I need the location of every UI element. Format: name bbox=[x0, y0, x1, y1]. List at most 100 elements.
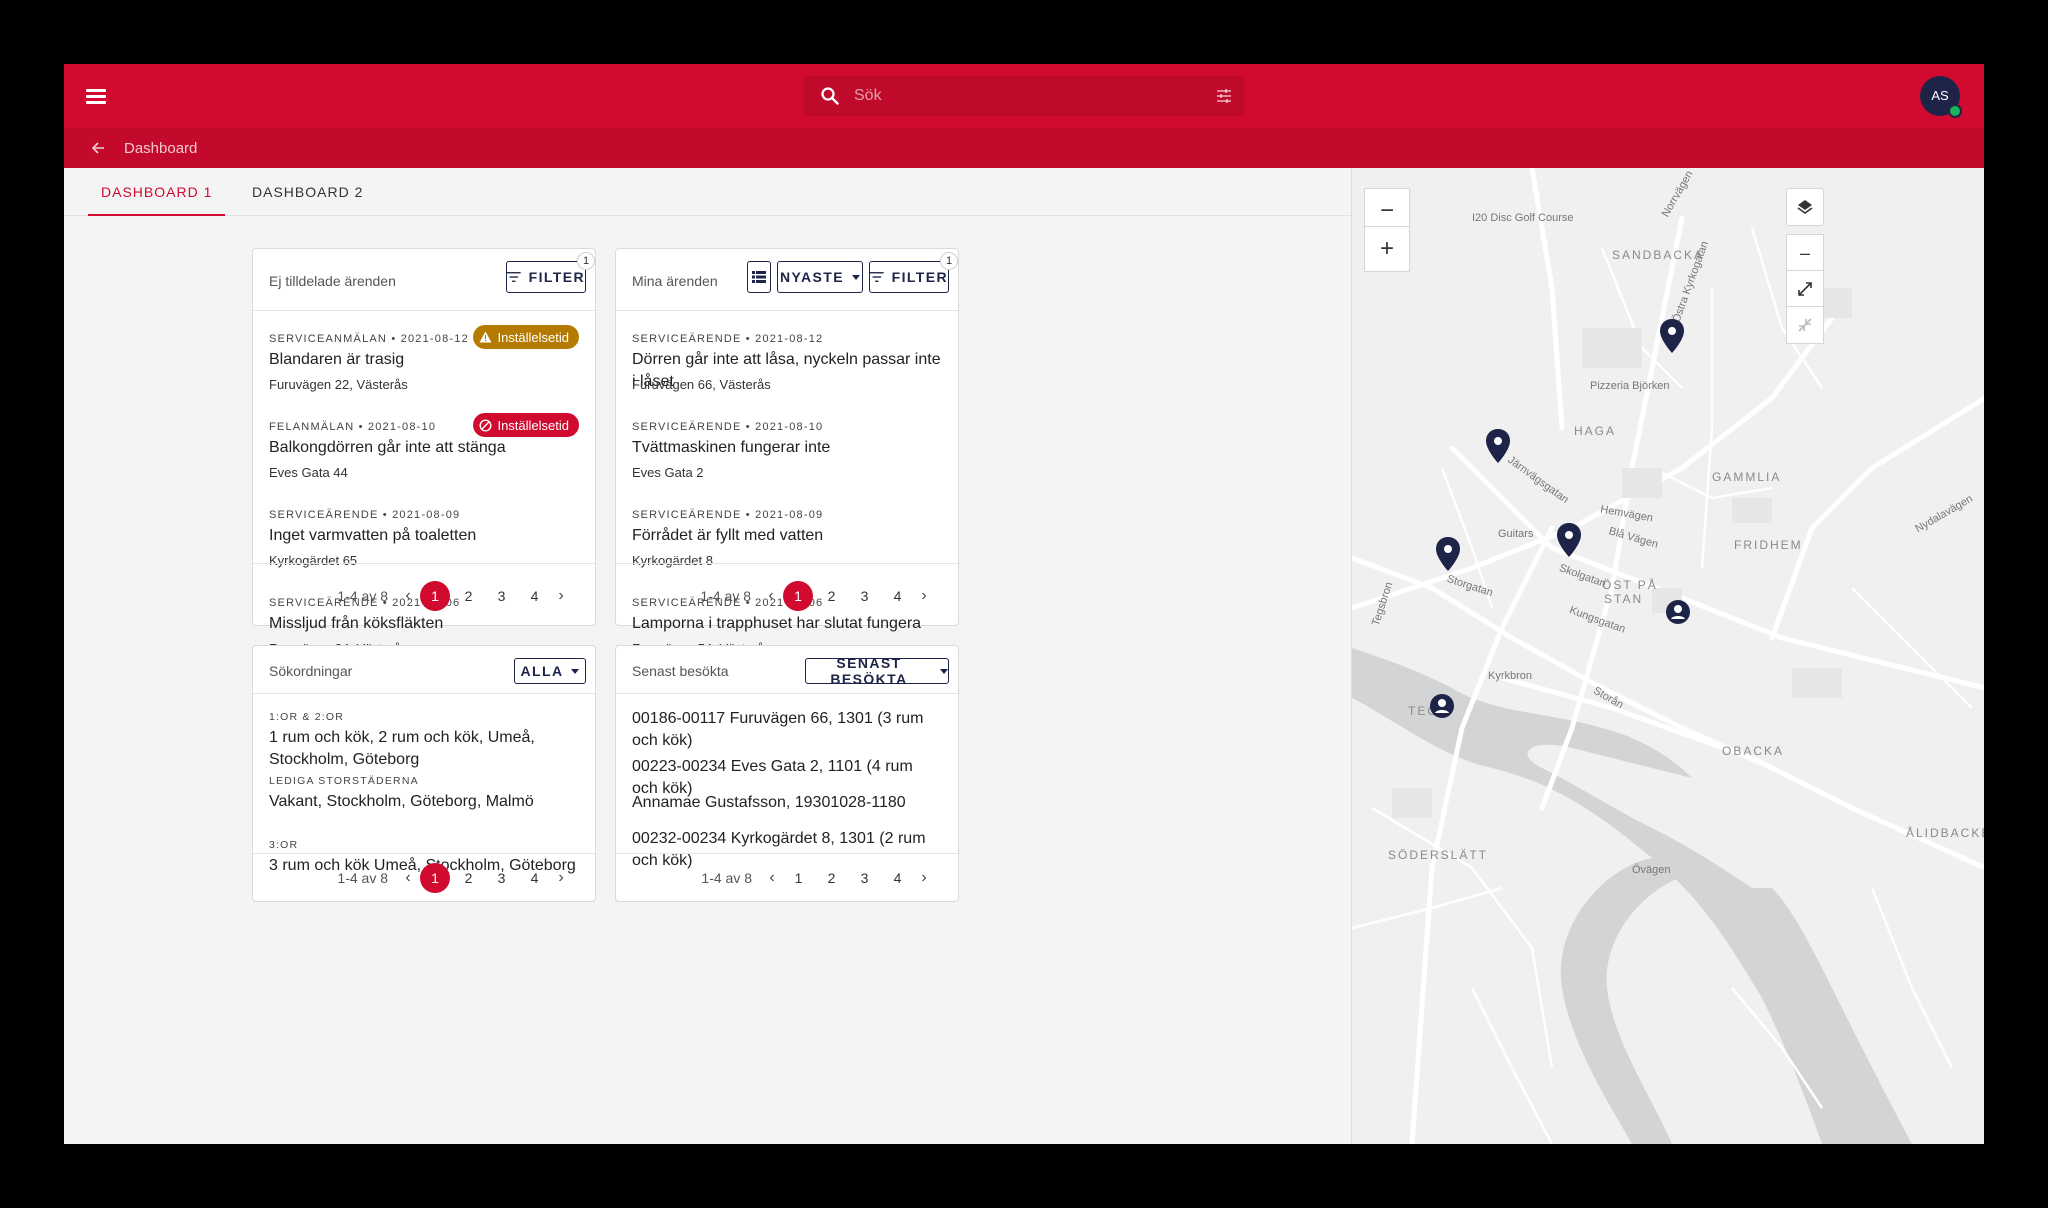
map-label-ost-pa: ÖST PÅ bbox=[1602, 578, 1658, 592]
list-item[interactable]: 00186-00117 Furuvägen 66, 1301 (3 rum oc… bbox=[632, 708, 942, 756]
warning-icon bbox=[479, 331, 492, 343]
page-button[interactable]: 3 bbox=[848, 870, 881, 886]
card-title: Ej tilldelade ärenden bbox=[269, 273, 396, 289]
filter-icon bbox=[507, 272, 521, 282]
page-range: 1-4 av 8 bbox=[701, 870, 752, 886]
case-meta: Serviceärende • 2021-08-09 bbox=[632, 509, 824, 521]
case-address: Furuvägen 66, Västerås bbox=[632, 377, 771, 392]
page-button[interactable]: 3 bbox=[485, 588, 518, 604]
sort-label: Nyaste bbox=[780, 269, 844, 285]
location-pin-icon[interactable] bbox=[1484, 428, 1512, 464]
page-button[interactable]: 3 bbox=[848, 588, 881, 604]
location-pin-icon[interactable] bbox=[1658, 318, 1686, 354]
location-pin-icon[interactable] bbox=[1434, 536, 1462, 572]
page-button[interactable]: 1 bbox=[420, 863, 450, 893]
map-label-guitars: Guitars bbox=[1498, 528, 1534, 540]
layers-button[interactable] bbox=[1786, 188, 1824, 226]
card-footer: 1-4 av 8 ‹ 1 2 3 4 › bbox=[616, 563, 958, 625]
case-address: Furuvägen 22, Västerås bbox=[269, 377, 408, 392]
page-range: 1-4 av 8 bbox=[337, 588, 388, 604]
page-button[interactable]: 1 bbox=[783, 581, 813, 611]
list-item[interactable]: 1:or & 2:or 1 rum och kök, 2 rum och kök… bbox=[269, 710, 579, 774]
card-title: Mina ärenden bbox=[632, 273, 718, 289]
device-frame: AS Dashboard Dashboard 1 Dashboard 2 Ej … bbox=[0, 0, 2048, 1208]
collapse-icon bbox=[1798, 318, 1812, 332]
map-zoom-minus-button[interactable]: – bbox=[1786, 234, 1824, 272]
menu-icon[interactable] bbox=[86, 86, 106, 106]
expand-icon bbox=[1798, 282, 1812, 296]
collapse-button[interactable] bbox=[1786, 306, 1824, 344]
case-title: Balkongdörren går inte att stänga bbox=[269, 439, 506, 456]
location-pin-icon[interactable] bbox=[1555, 522, 1583, 558]
chevron-left-icon[interactable]: ‹ bbox=[398, 869, 418, 887]
my-cases-card: Mina ärenden Nyaste Filter 1 Serviceären… bbox=[615, 248, 959, 656]
list-item[interactable]: Serviceärende • 2021-08-10 Tvättmaskinen… bbox=[632, 419, 942, 507]
search-bar[interactable] bbox=[804, 76, 1244, 116]
chevron-left-icon[interactable]: ‹ bbox=[761, 587, 781, 605]
card-header: Senast besökta Senast besökta bbox=[616, 646, 958, 694]
person-pin-icon[interactable] bbox=[1664, 598, 1692, 634]
fullscreen-button[interactable] bbox=[1786, 270, 1824, 308]
recent-list: 00186-00117 Furuvägen 66, 1301 (3 rum oc… bbox=[632, 708, 942, 869]
map-label-obacka: OBACKA bbox=[1722, 744, 1785, 758]
sla-warning-chip: Inställelsetid bbox=[473, 325, 579, 349]
select-label: Senast besökta bbox=[830, 655, 908, 687]
search-input[interactable] bbox=[854, 85, 1184, 107]
chip-label: Inställelsetid bbox=[497, 417, 569, 433]
search-title: Vakant, Stockholm, Göteborg, Malmö bbox=[269, 793, 534, 810]
tab-dashboard-1[interactable]: Dashboard 1 bbox=[88, 168, 226, 216]
map-label-alidbacke: ÅLIDBACKE bbox=[1906, 826, 1984, 840]
page-button[interactable]: 2 bbox=[452, 870, 485, 886]
sla-error-chip: Inställelsetid bbox=[473, 413, 579, 437]
sort-select[interactable]: Nyaste bbox=[777, 261, 863, 293]
page-button[interactable]: 2 bbox=[815, 588, 848, 604]
page-button[interactable]: 1 bbox=[782, 870, 815, 886]
select-label: Alla bbox=[520, 663, 564, 679]
page-button[interactable]: 3 bbox=[485, 870, 518, 886]
page-button[interactable]: 4 bbox=[881, 870, 914, 886]
page-range: 1-4 av 8 bbox=[700, 588, 751, 604]
tab-bar: Dashboard 1 Dashboard 2 bbox=[64, 168, 1351, 216]
page-button[interactable]: 4 bbox=[518, 588, 551, 604]
map-label-sandbacka: SANDBACKA bbox=[1612, 248, 1705, 262]
person-pin-icon[interactable] bbox=[1428, 692, 1456, 728]
list-item[interactable]: 00223-00234 Eves Gata 2, 1101 (4 rum och… bbox=[632, 756, 942, 797]
chevron-right-icon[interactable]: › bbox=[551, 869, 571, 887]
filter-button[interactable]: Filter bbox=[506, 261, 586, 293]
case-meta: Serviceärende • 2021-08-12 bbox=[632, 333, 824, 345]
chevron-right-icon[interactable]: › bbox=[914, 587, 934, 605]
page-button[interactable]: 4 bbox=[881, 588, 914, 604]
card-footer: 1-4 av 8 ‹ 1 2 3 4 › bbox=[253, 853, 595, 901]
filter-button[interactable]: Filter bbox=[869, 261, 949, 293]
map-label-fridhem: FRIDHEM bbox=[1734, 538, 1803, 552]
searches-select[interactable]: Alla bbox=[514, 658, 586, 684]
arrow-back-icon[interactable] bbox=[90, 140, 106, 156]
tab-dashboard-2[interactable]: Dashboard 2 bbox=[239, 168, 376, 216]
zoom-in-button[interactable]: + bbox=[1364, 226, 1410, 272]
tune-icon[interactable] bbox=[1216, 88, 1232, 104]
list-item[interactable]: Felanmälan • 2021-08-10 Balkongdörren gå… bbox=[269, 413, 579, 507]
search-title: 1 rum och kök, 2 rum och kök, Umeå, Stoc… bbox=[269, 729, 535, 768]
case-title: Dörren går inte att låsa, nyckeln passar… bbox=[632, 351, 941, 390]
map-view[interactable]: I20 Disc Golf Course SANDBACKA Pizzeria … bbox=[1351, 168, 1984, 1144]
list-item[interactable]: Serviceärende • 2021-08-12 Dörren går in… bbox=[632, 331, 942, 419]
chevron-right-icon[interactable]: › bbox=[914, 869, 934, 887]
page-button[interactable]: 2 bbox=[815, 870, 848, 886]
chevron-left-icon[interactable]: ‹ bbox=[762, 869, 782, 887]
layers-icon bbox=[1797, 200, 1813, 214]
chevron-left-icon[interactable]: ‹ bbox=[398, 587, 418, 605]
chevron-right-icon[interactable]: › bbox=[551, 587, 571, 605]
case-title: Inget varmvatten på toaletten bbox=[269, 527, 477, 544]
list-item[interactable]: Serviceanmälan • 2021-08-12 Blandaren är… bbox=[269, 325, 579, 419]
search-meta: 3:or bbox=[269, 839, 299, 851]
breadcrumb[interactable]: Dashboard bbox=[124, 140, 197, 157]
recent-select[interactable]: Senast besökta bbox=[805, 655, 949, 687]
page-button[interactable]: 2 bbox=[452, 588, 485, 604]
recently-visited-card: Senast besökta Senast besökta 00186-0011… bbox=[615, 645, 959, 902]
list-view-button[interactable] bbox=[747, 261, 771, 293]
list-item[interactable]: Lediga storstäderna Vakant, Stockholm, G… bbox=[269, 774, 579, 838]
list-item[interactable]: Annamae Gustafsson, 19301028-1180 bbox=[632, 792, 942, 828]
page-button[interactable]: 1 bbox=[420, 581, 450, 611]
page-button[interactable]: 4 bbox=[518, 870, 551, 886]
search-meta: Lediga storstäderna bbox=[269, 775, 419, 787]
